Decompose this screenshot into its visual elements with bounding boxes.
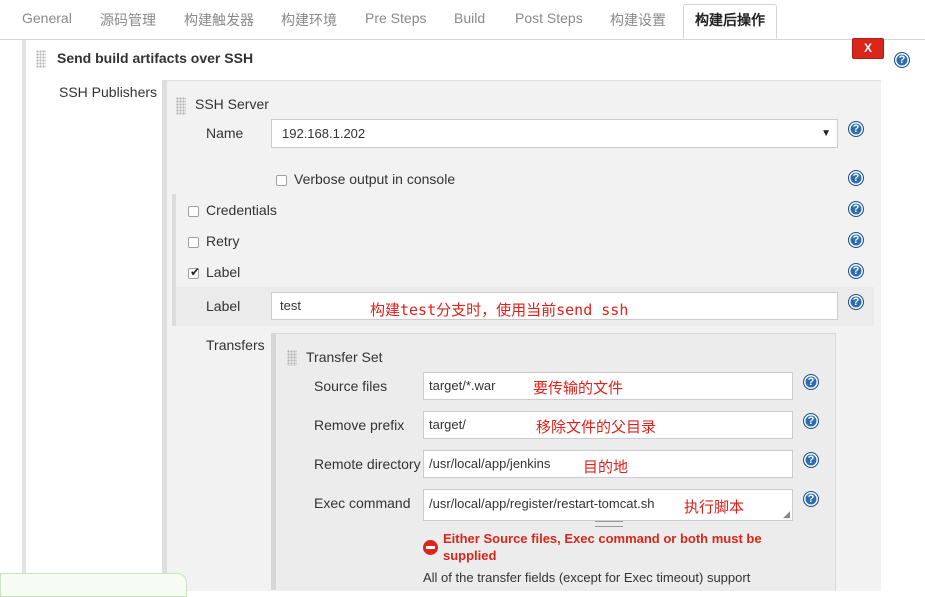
verbose-label[interactable]: Verbose output in console	[294, 171, 455, 187]
config-tab-bar: General 源码管理 构建触发器 构建环境 Pre Steps Build …	[0, 0, 925, 40]
name-label: Name	[206, 125, 244, 141]
credentials-checkbox[interactable]	[188, 206, 199, 217]
help-icon[interactable]: ?	[848, 201, 864, 217]
error-icon	[423, 540, 438, 555]
tab-build-triggers[interactable]: 构建触发器	[184, 10, 254, 30]
transfer-fields-info: All of the transfer fields (except for E…	[423, 570, 751, 585]
label-checkbox-label[interactable]: Label	[206, 264, 240, 280]
help-icon[interactable]: ?	[848, 121, 864, 137]
transfer-set-title: Transfer Set	[306, 349, 383, 365]
remove-prefix-label: Remove prefix	[314, 417, 405, 433]
label-field-label: Label	[206, 298, 241, 314]
tab-post-build-actions[interactable]: 构建后操作	[683, 4, 777, 39]
delete-step-button[interactable]: X	[852, 38, 884, 59]
exec-command-label: Exec command	[314, 495, 411, 511]
validation-error: Either Source files, Exec command or bot…	[443, 531, 762, 563]
verbose-checkbox[interactable]	[276, 175, 287, 186]
resize-handle-icon[interactable]: ◢	[783, 510, 790, 519]
checkmark-icon: ✔	[190, 265, 201, 279]
help-icon[interactable]: ?	[803, 413, 819, 429]
remove-prefix-annotation: 移除文件的父目录	[536, 418, 657, 436]
retry-label[interactable]: Retry	[206, 233, 239, 249]
tab-build-environment[interactable]: 构建环境	[281, 10, 337, 30]
help-icon[interactable]: ?	[803, 452, 819, 468]
retry-checkbox[interactable]	[188, 237, 199, 248]
ssh-server-select[interactable]: 192.168.1.202 ▼	[271, 119, 838, 148]
label-checkbox[interactable]: ✔	[188, 265, 201, 279]
tab-build[interactable]: Build	[454, 10, 485, 26]
tab-source-code[interactable]: 源码管理	[100, 10, 156, 30]
help-icon[interactable]: ?	[848, 263, 864, 279]
help-icon[interactable]: ?	[894, 52, 910, 68]
source-files-annotation: 要传输的文件	[533, 379, 624, 397]
textarea-expand-handle[interactable]	[595, 521, 623, 527]
ssh-server-selected-value: 192.168.1.202	[282, 126, 366, 141]
source-files-label: Source files	[314, 378, 388, 394]
credentials-label[interactable]: Credentials	[206, 202, 277, 218]
tab-pre-steps[interactable]: Pre Steps	[365, 10, 426, 26]
remote-directory-annotation: 目的地	[583, 458, 629, 476]
section-rail	[22, 40, 26, 590]
tab-build-settings[interactable]: 构建设置	[610, 10, 666, 30]
drag-handle[interactable]	[176, 97, 186, 115]
dropdown-arrow-icon: ▼	[821, 128, 831, 139]
ssh-publishers-label: SSH Publishers	[59, 84, 158, 100]
notification-bar	[0, 573, 187, 597]
help-icon[interactable]: ?	[848, 294, 864, 310]
help-icon[interactable]: ?	[848, 232, 864, 248]
exec-command-value: /usr/local/app/register/restart-tomcat.s…	[429, 496, 655, 511]
ssh-server-title: SSH Server	[195, 96, 269, 112]
remote-directory-label: Remote directory	[314, 456, 421, 472]
drag-handle[interactable]	[36, 50, 46, 68]
transfers-label: Transfers	[206, 337, 265, 353]
label-annotation: 构建test分支时，使用当前send ssh	[370, 301, 629, 319]
exec-command-annotation: 执行脚本	[684, 498, 745, 516]
drag-handle[interactable]	[287, 350, 297, 366]
section-title: Send build artifacts over SSH	[57, 50, 254, 66]
tab-post-steps[interactable]: Post Steps	[515, 10, 583, 26]
tab-general[interactable]: General	[22, 10, 72, 26]
help-icon[interactable]: ?	[803, 374, 819, 390]
help-icon[interactable]: ?	[848, 170, 864, 186]
help-icon[interactable]: ?	[803, 491, 819, 507]
